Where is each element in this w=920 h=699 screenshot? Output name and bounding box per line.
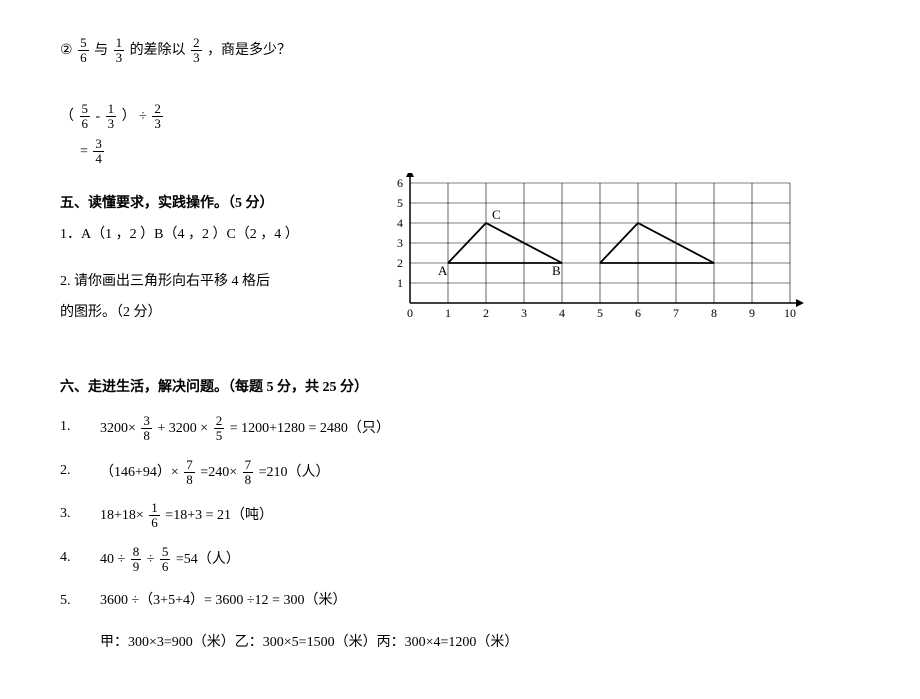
q1-p3: = 1200+1280 = 2480（只）: [230, 421, 390, 436]
svg-text:6: 6: [397, 176, 403, 190]
sec6-title: 六、走进生活，解决问题。（每题 5 分，共 25 分）: [60, 375, 860, 400]
q2-work-line2: = 34: [80, 137, 860, 167]
svg-text:2: 2: [483, 306, 489, 320]
frac-3-4: 34: [93, 137, 104, 167]
q4-p2: ÷: [147, 552, 155, 567]
sec6-q4: 4. 40 ÷ 89 ÷ 56 =54（人）: [60, 545, 860, 575]
svg-text:3: 3: [521, 306, 527, 320]
q4-p3: =54（人）: [176, 552, 240, 567]
q3-num: 3.: [60, 501, 71, 526]
eq: =: [80, 144, 88, 159]
frac-1-6: 16: [149, 501, 160, 531]
lparen: （: [60, 109, 74, 124]
div: ÷: [139, 109, 147, 124]
svg-text:4: 4: [397, 216, 403, 230]
sec5-title: 五、读懂要求，实践操作。（5 分）: [60, 191, 360, 216]
q2-num: 2.: [60, 458, 71, 483]
text-de-cha: 的差除以: [130, 43, 186, 58]
frac-2-3: 23: [191, 36, 202, 66]
svg-text:6: 6: [635, 306, 641, 320]
q2-p3: =210（人）: [259, 465, 330, 480]
frac-7-8: 78: [184, 458, 195, 488]
frac-5-6b: 56: [80, 102, 91, 132]
q3-p1: 18+18×: [100, 508, 144, 523]
q4-p1: 40 ÷: [100, 552, 125, 567]
sec6-q3: 3. 18+18× 16 =18+3 = 21（吨）: [60, 501, 860, 531]
svg-text:2: 2: [397, 256, 403, 270]
svg-text:C: C: [492, 207, 501, 222]
frac-2-5: 25: [214, 414, 225, 444]
frac-8-9: 89: [131, 545, 142, 575]
q2-p2: =240×: [200, 465, 237, 480]
svg-text:9: 9: [749, 306, 755, 320]
q5-p1: 3600 ÷（3+5+4）= 3600 ÷12 = 300（米）: [100, 593, 346, 608]
q2-p1: （146+94）×: [100, 465, 179, 480]
q4-num: 4.: [60, 545, 71, 570]
svg-text:4: 4: [559, 306, 565, 320]
sec6-q1: 1. 3200× 38 + 3200 × 25 = 1200+1280 = 24…: [60, 414, 860, 444]
q1-p1: 3200×: [100, 421, 136, 436]
q3-p2: =18+3 = 21（吨）: [165, 508, 273, 523]
svg-text:5: 5: [597, 306, 603, 320]
svg-text:5: 5: [397, 196, 403, 210]
text-yu: 与: [94, 43, 108, 58]
frac-1-3b: 13: [106, 102, 117, 132]
frac-5-6c: 56: [160, 545, 171, 575]
q5-num: 5.: [60, 588, 71, 613]
text-shang: ，商是多少？: [207, 43, 291, 58]
q2-work-line1: （ 56 - 13 ） ÷ 23: [60, 102, 860, 132]
sec5-line2b: 的图形。（2 分）: [60, 300, 360, 325]
svg-text:0: 0: [407, 306, 413, 320]
q1-num: 1.: [60, 414, 71, 439]
q2-marker: ②: [60, 43, 73, 58]
q1-p2: + 3200 ×: [157, 421, 208, 436]
rparen: ）: [122, 109, 136, 124]
svg-text:A: A: [438, 263, 448, 278]
svg-text:8: 8: [711, 306, 717, 320]
sec6-q5: 5. 3600 ÷（3+5+4）= 3600 ÷12 = 300（米） 甲：30…: [60, 588, 860, 654]
q2-problem: ② 56 与 13 的差除以 23 ，商是多少？: [60, 36, 860, 66]
svg-text:B: B: [552, 263, 561, 278]
grid-svg: 0 1 2 3 4 5 6 7 8 9 10 1 2 3 4 5 6 A B C: [380, 173, 810, 333]
sec5-line1: 1．A（1 ，2 ）B（4 ，2 ）C（2 ，4 ）: [60, 222, 360, 247]
frac-7-8b: 78: [243, 458, 254, 488]
frac-2-3b: 23: [152, 102, 163, 132]
frac-1-3: 13: [114, 36, 125, 66]
svg-text:1: 1: [397, 276, 403, 290]
frac-3-8: 38: [141, 414, 152, 444]
svg-text:10: 10: [784, 306, 796, 320]
svg-text:7: 7: [673, 306, 679, 320]
frac-5-6: 56: [78, 36, 89, 66]
minus: -: [96, 109, 101, 124]
sec5-line2a: 2. 请你画出三角形向右平移 4 格后: [60, 269, 360, 294]
grid-chart: 0 1 2 3 4 5 6 7 8 9 10 1 2 3 4 5 6 A B C: [380, 173, 810, 333]
svg-text:3: 3: [397, 236, 403, 250]
svg-text:1: 1: [445, 306, 451, 320]
sec6-q2: 2. （146+94）× 78 =240× 78 =210（人）: [60, 458, 860, 488]
